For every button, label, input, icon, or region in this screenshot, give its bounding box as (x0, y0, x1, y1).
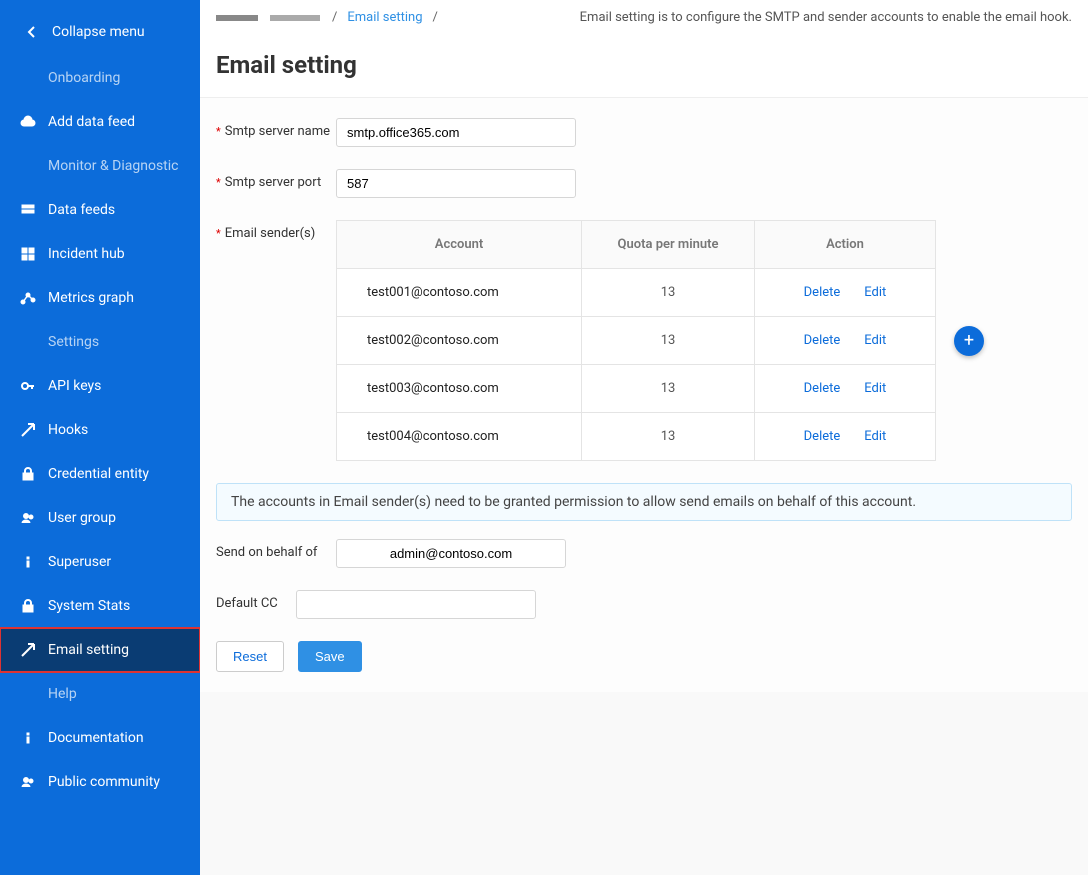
sidebar-item-metrics-graph[interactable]: Metrics graph (0, 276, 200, 320)
quota-cell: 13 (582, 365, 755, 413)
sidebar-item-hooks[interactable]: Hooks (0, 408, 200, 452)
smtp-port-label: Smtp server port (216, 169, 336, 190)
redacted-crumb (216, 15, 258, 21)
key-icon (20, 378, 36, 394)
delete-link[interactable]: Delete (804, 429, 841, 444)
quota-cell: 13 (582, 413, 755, 461)
sidebar-item-public-community[interactable]: Public community (0, 760, 200, 804)
table-row: test003@contoso.com13 Delete Edit (337, 365, 936, 413)
sidebar-item-help[interactable]: Help (0, 672, 200, 716)
sidebar-item-settings[interactable]: Settings (0, 320, 200, 364)
delete-link[interactable]: Delete (804, 285, 841, 300)
sidebar-item-email-setting[interactable]: Email setting (0, 628, 200, 672)
quota-cell: 13 (582, 269, 755, 317)
smtp-name-label: Smtp server name (216, 118, 336, 139)
sidebar-item-user-group[interactable]: User group (0, 496, 200, 540)
delete-link[interactable]: Delete (804, 381, 841, 396)
info-icon (20, 554, 36, 570)
delete-link[interactable]: Delete (804, 333, 841, 348)
breadcrumb: / Email setting / (216, 10, 438, 25)
cc-input[interactable] (296, 590, 536, 619)
action-cell: Delete Edit (754, 317, 935, 365)
smtp-name-input[interactable] (336, 118, 576, 147)
main-content: / Email setting / Email setting is to co… (200, 0, 1088, 875)
smtp-port-input[interactable] (336, 169, 576, 198)
redacted-crumb (270, 15, 320, 21)
topbar: / Email setting / Email setting is to co… (200, 0, 1088, 35)
chevron-left-icon (24, 24, 40, 40)
sidebar: Collapse menu Onboarding Add data feed M… (0, 0, 200, 875)
arrow-icon (20, 422, 36, 438)
action-cell: Delete Edit (754, 269, 935, 317)
stack-icon (20, 202, 36, 218)
action-cell: Delete Edit (754, 365, 935, 413)
behalf-label: Send on behalf of (216, 539, 336, 560)
sidebar-item-incident-hub[interactable]: Incident hub (0, 232, 200, 276)
permission-notice: The accounts in Email sender(s) need to … (216, 483, 1072, 521)
plus-icon: + (964, 330, 974, 351)
reset-button[interactable]: Reset (216, 641, 284, 672)
sidebar-item-data-feeds[interactable]: Data feeds (0, 188, 200, 232)
cc-label: Default CC (216, 590, 296, 611)
edit-link[interactable]: Edit (864, 333, 886, 348)
header-description: Email setting is to configure the SMTP a… (580, 10, 1072, 25)
table-row: test002@contoso.com13 Delete Edit (337, 317, 936, 365)
quota-cell: 13 (582, 317, 755, 365)
save-button[interactable]: Save (298, 641, 362, 672)
sidebar-item-add-datafeed[interactable]: Add data feed (0, 100, 200, 144)
table-row: test001@contoso.com13 Delete Edit (337, 269, 936, 317)
sidebar-item-credential-entity[interactable]: Credential entity (0, 452, 200, 496)
wrench-icon (20, 642, 36, 658)
table-row: test004@contoso.com13 Delete Edit (337, 413, 936, 461)
breadcrumb-email-setting[interactable]: Email setting (347, 10, 422, 25)
collapse-menu-label: Collapse menu (52, 24, 145, 40)
col-quota: Quota per minute (582, 221, 755, 269)
sidebar-item-monitor-diagnostic[interactable]: Monitor & Diagnostic (0, 144, 200, 188)
edit-link[interactable]: Edit (864, 381, 886, 396)
users-icon (20, 774, 36, 790)
sidebar-item-api-keys[interactable]: API keys (0, 364, 200, 408)
email-setting-form: Smtp server name Smtp server port Email … (200, 98, 1088, 692)
collapse-menu-button[interactable]: Collapse menu (0, 18, 200, 56)
col-action: Action (754, 221, 935, 269)
behalf-input[interactable] (336, 539, 566, 568)
lock-icon (20, 598, 36, 614)
account-cell: test003@contoso.com (337, 365, 582, 413)
sidebar-item-system-stats[interactable]: System Stats (0, 584, 200, 628)
edit-link[interactable]: Edit (864, 285, 886, 300)
account-cell: test002@contoso.com (337, 317, 582, 365)
graph-icon (20, 290, 36, 306)
breadcrumb-separator: / (332, 10, 337, 25)
add-sender-button[interactable]: + (954, 326, 984, 356)
users-icon (20, 510, 36, 526)
page-title: Email setting (200, 35, 1088, 98)
info-icon (20, 730, 36, 746)
action-cell: Delete Edit (754, 413, 935, 461)
col-account: Account (337, 221, 582, 269)
senders-table: Account Quota per minute Action test001@… (336, 220, 936, 461)
sidebar-item-superuser[interactable]: Superuser (0, 540, 200, 584)
sidebar-item-onboarding[interactable]: Onboarding (0, 56, 200, 100)
edit-link[interactable]: Edit (864, 429, 886, 444)
senders-label: Email sender(s) (216, 220, 336, 241)
cloud-upload-icon (20, 114, 36, 130)
dashboard-icon (20, 246, 36, 262)
account-cell: test004@contoso.com (337, 413, 582, 461)
breadcrumb-separator: / (433, 10, 438, 25)
account-cell: test001@contoso.com (337, 269, 582, 317)
sidebar-item-documentation[interactable]: Documentation (0, 716, 200, 760)
lock-icon (20, 466, 36, 482)
